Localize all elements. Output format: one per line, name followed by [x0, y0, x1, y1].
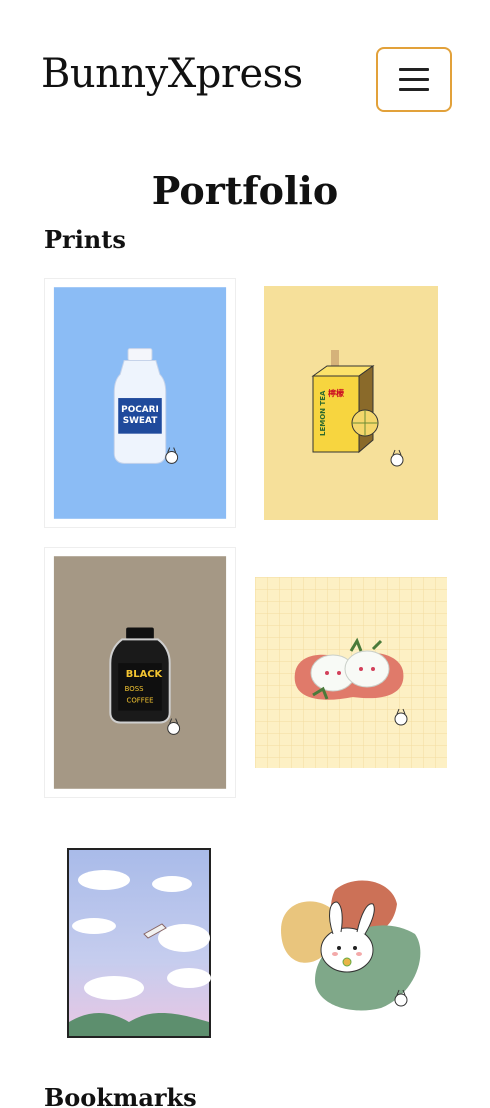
brand-logo[interactable]: BunnyXpress	[41, 52, 303, 96]
pocari-sweat-artwork: POCARI SWEAT	[53, 287, 227, 519]
hamburger-menu-icon	[399, 68, 429, 71]
print-bunny-flower[interactable]	[255, 850, 447, 1025]
boss-black-coffee-artwork: BLACK BOSS COFFEE	[53, 556, 227, 789]
bunny-flower-artwork	[281, 880, 421, 1011]
svg-text:SWEAT: SWEAT	[123, 416, 158, 426]
print-pocari-sweat[interactable]: POCARI SWEAT	[44, 278, 236, 528]
section-title-bookmarks: Bookmarks	[44, 1083, 197, 1108]
svg-text:POCARI: POCARI	[121, 405, 159, 415]
print-lemon-tea[interactable]: 檸檬 LEMON TEA	[255, 278, 447, 528]
svg-text:檸檬: 檸檬	[328, 388, 344, 398]
page-title: Portfolio	[151, 168, 339, 213]
sky-clouds-artwork	[67, 848, 211, 1038]
svg-text:LEMON TEA: LEMON TEA	[319, 390, 327, 436]
section-title-prints: Prints	[44, 225, 126, 254]
svg-text:COFFEE: COFFEE	[127, 697, 154, 705]
print-sky-clouds[interactable]	[44, 828, 236, 1050]
print-snow-bunny-mochi[interactable]	[255, 577, 447, 768]
lemon-tea-artwork: 檸檬 LEMON TEA	[264, 286, 438, 520]
svg-text:BLACK: BLACK	[126, 669, 163, 680]
print-boss-black-coffee[interactable]: BLACK BOSS COFFEE	[44, 547, 236, 798]
navbar-toggler-button[interactable]	[376, 47, 452, 112]
snow-bunny-mochi-artwork	[255, 577, 447, 768]
hamburger-menu-icon	[399, 78, 429, 81]
navbar: BunnyXpress	[0, 0, 490, 150]
hamburger-menu-icon	[399, 88, 429, 91]
svg-text:BOSS: BOSS	[125, 685, 144, 693]
